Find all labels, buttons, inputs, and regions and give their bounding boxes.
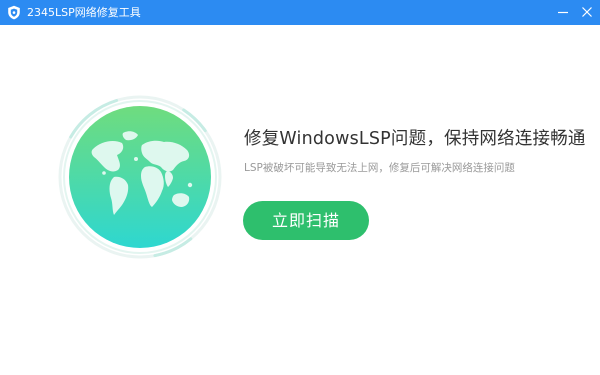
scan-button[interactable]: 立即扫描 [243, 201, 369, 240]
title-bar: 2345LSP网络修复工具 [0, 0, 600, 25]
globe-illustration [56, 93, 224, 261]
minimize-button[interactable] [550, 0, 576, 25]
window-title: 2345LSP网络修复工具 [27, 6, 141, 19]
description: LSP被破坏可能导致无法上网，修复后可解决网络连接问题 [244, 162, 515, 174]
globe-icon [58, 95, 222, 259]
shield-icon [7, 5, 21, 20]
minimize-icon [558, 11, 568, 14]
headline: 修复WindowsLSP问题，保持网络连接畅通 [244, 129, 586, 149]
close-icon [582, 7, 592, 17]
close-button[interactable] [574, 0, 600, 25]
